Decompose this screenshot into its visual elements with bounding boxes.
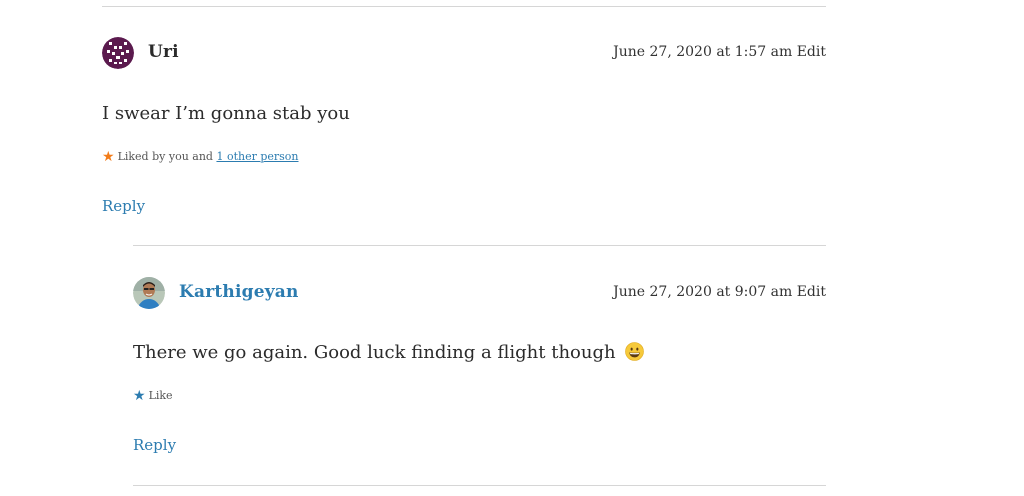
star-icon: ★ (133, 388, 146, 404)
comment-karthigeyan: Karthigeyan June 27, 2020 at 9:07 am Edi… (0, 0, 1024, 496)
user-photo-avatar-icon[interactable] (133, 277, 165, 309)
grinning-face-emoji-icon (625, 342, 645, 361)
comment-author-link[interactable]: Karthigeyan (179, 282, 299, 302)
comment-text: There we go again. Good luck finding a f… (133, 342, 616, 363)
divider-bottom (133, 485, 826, 486)
reply-link[interactable]: Reply (133, 436, 176, 454)
like-button[interactable]: ★ Like (133, 388, 173, 404)
like-label: Like (148, 389, 173, 402)
comment-meta: June 27, 2020 at 9:07 am Edit (613, 284, 826, 300)
comment-date-link[interactable]: June 27, 2020 at 9:07 am (613, 284, 792, 300)
comment-text-row: There we go again. Good luck finding a f… (133, 342, 645, 363)
edit-link[interactable]: Edit (797, 284, 826, 300)
